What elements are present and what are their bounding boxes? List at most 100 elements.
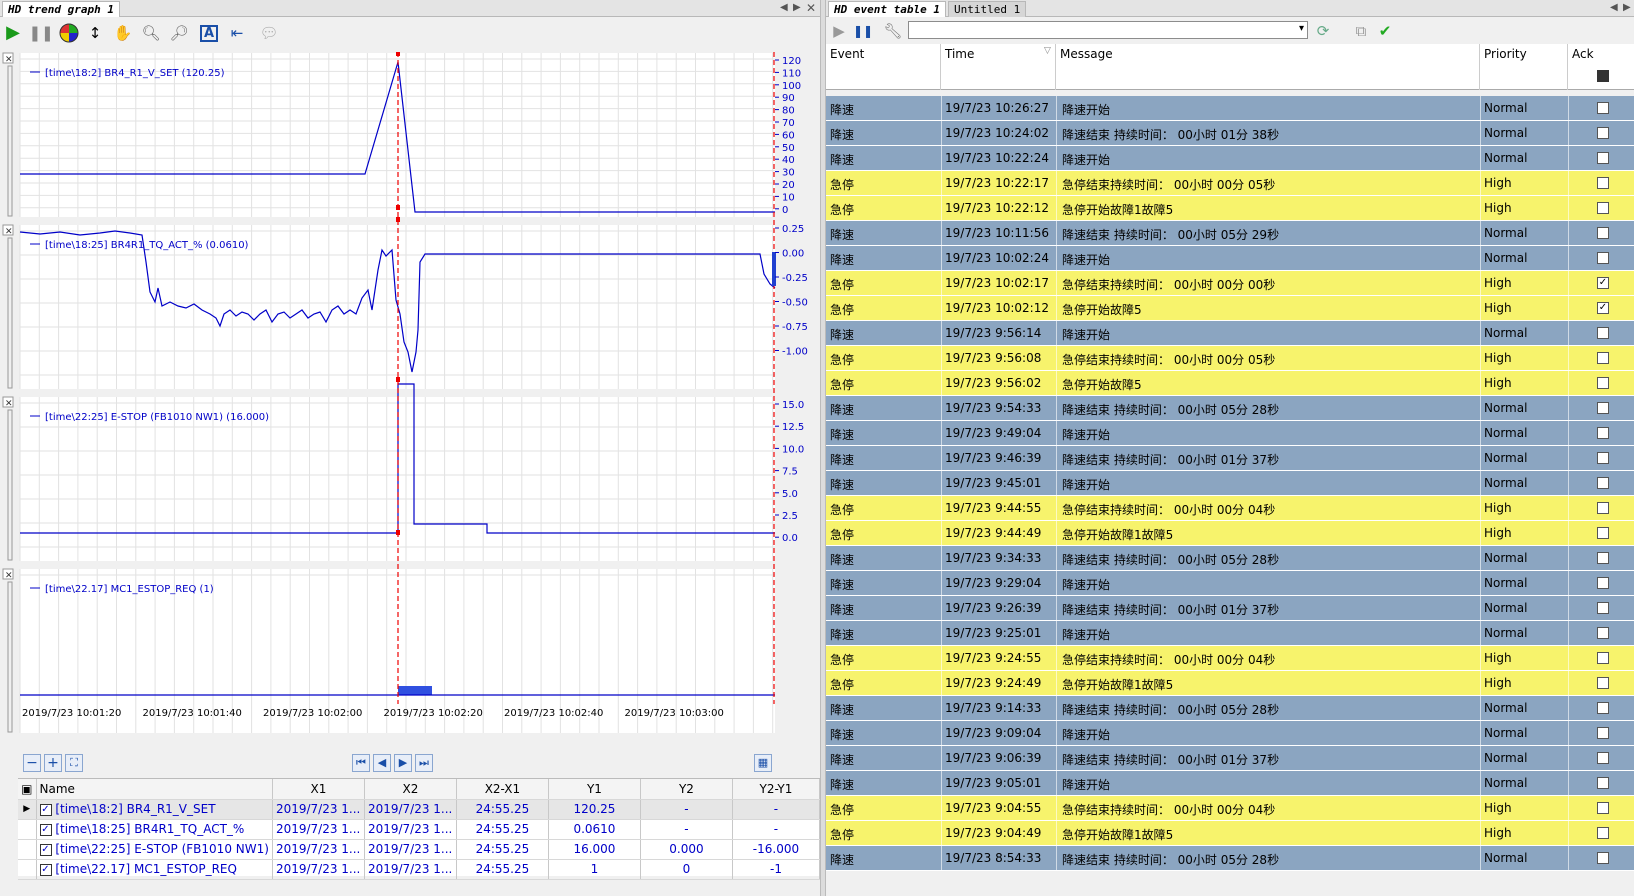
column-x1[interactable]: X1 — [272, 779, 365, 800]
table-row[interactable]: ✓ [time\18:25] BR4R1_TQ_ACT_% 2019/7/23 … — [18, 819, 821, 840]
table-row[interactable]: ▶ ✓ [time\18:2] BR4_R1_V_SET 2019/7/23 1… — [18, 799, 821, 820]
wrench-icon[interactable]: 🔧︎ — [882, 20, 904, 42]
copy-icon[interactable]: ⧉ — [1350, 20, 1372, 42]
event-row[interactable]: 急停 19/7/23 9:56:08 急停结束持续时间： 00小时 00分 05… — [826, 346, 1634, 371]
ack-checkbox[interactable] — [1597, 102, 1609, 114]
event-row[interactable]: 降速 19/7/23 10:02:24 降速开始 Normal — [826, 246, 1634, 271]
event-row[interactable]: 降速 19/7/23 9:06:39 降速结束 持续时间： 00小时 01分 3… — [826, 746, 1634, 771]
event-row[interactable]: 急停 19/7/23 9:24:55 急停结束持续时间： 00小时 00分 04… — [826, 646, 1634, 671]
ack-checkbox[interactable] — [1597, 677, 1609, 689]
chevron-down-icon[interactable]: ▾ — [1299, 23, 1304, 34]
event-row[interactable]: 急停 19/7/23 9:24:49 急停开始故障1故障5 High — [826, 671, 1634, 696]
series-visible-checkbox[interactable]: ✓ — [39, 863, 52, 876]
event-row[interactable]: 降速 19/7/23 10:22:24 降速开始 Normal — [826, 146, 1634, 171]
color-wheel-icon[interactable] — [58, 22, 80, 44]
column-name[interactable]: Name — [36, 779, 273, 800]
table-row[interactable]: ✓ [time\22:25] E-STOP (FB1010 NW1) 2019/… — [18, 839, 821, 860]
event-row[interactable]: 降速 19/7/23 9:29:04 降速开始 Normal — [826, 571, 1634, 596]
ack-checkbox[interactable]: ✓ — [1597, 302, 1609, 314]
tab-scroll-left-icon[interactable]: ◀ — [1610, 1, 1618, 15]
event-row[interactable]: 急停 19/7/23 10:02:12 急停开始故障5 High ✓ — [826, 296, 1634, 321]
text-annotation-icon[interactable]: A — [198, 22, 220, 44]
event-row[interactable]: 降速 19/7/23 10:11:56 降速结束 持续时间： 00小时 05分 … — [826, 221, 1634, 246]
column-event[interactable]: Event — [826, 44, 941, 90]
ack-checkbox[interactable] — [1597, 852, 1609, 864]
ack-checkbox[interactable] — [1597, 352, 1609, 364]
event-row[interactable]: 急停 19/7/23 10:02:17 急停结束持续时间： 00小时 00分 0… — [826, 271, 1634, 296]
ack-checkbox[interactable] — [1597, 477, 1609, 489]
event-row[interactable]: 降速 19/7/23 10:24:02 降速结束 持续时间： 00小时 01分 … — [826, 121, 1634, 146]
event-row[interactable]: 降速 19/7/23 10:26:27 降速开始 Normal — [826, 96, 1634, 121]
align-left-icon[interactable]: ⇤ — [226, 22, 248, 44]
comment-icon[interactable]: 💬︎ — [258, 22, 280, 44]
last-page-icon[interactable]: ⏭ — [415, 754, 433, 772]
event-row[interactable]: 降速 19/7/23 9:26:39 降速结束 持续时间： 00小时 01分 3… — [826, 596, 1634, 621]
tab-event-table[interactable]: HD event table 1 — [828, 1, 946, 17]
ack-checkbox[interactable] — [1597, 652, 1609, 664]
next-icon[interactable]: ▶ — [394, 754, 412, 772]
column-time[interactable]: Time — [941, 44, 1056, 90]
refresh-icon[interactable]: ⟳ — [1312, 20, 1334, 42]
play-icon[interactable]: ▶ — [828, 20, 850, 42]
fit-view-icon[interactable]: ⛶ — [65, 754, 83, 772]
event-row[interactable]: 降速 19/7/23 9:25:01 降速开始 Normal — [826, 621, 1634, 646]
trend-chart-area[interactable]: [time\18:2] BR4_R1_V_SET (120.25) [time\… — [0, 52, 820, 782]
ack-checkbox[interactable] — [1597, 602, 1609, 614]
ack-checkbox[interactable] — [1597, 452, 1609, 464]
remove-pane-button[interactable]: − — [23, 754, 41, 772]
column-message[interactable]: Message — [1056, 44, 1480, 90]
ack-checkbox[interactable] — [1597, 777, 1609, 789]
series-visible-checkbox[interactable]: ✓ — [39, 803, 52, 816]
event-row[interactable]: 降速 19/7/23 9:14:33 降速结束 持续时间： 00小时 05分 2… — [826, 696, 1634, 721]
ack-checkbox[interactable] — [1597, 127, 1609, 139]
ack-checkbox[interactable] — [1597, 252, 1609, 264]
zoom-all-icon[interactable]: 🔎︎ — [168, 22, 190, 44]
tab-trend-graph[interactable]: HD trend graph 1 — [2, 1, 120, 17]
event-row[interactable]: 急停 19/7/23 9:44:55 急停结束持续时间： 00小时 00分 04… — [826, 496, 1634, 521]
ack-checkbox[interactable] — [1597, 377, 1609, 389]
filter-combo[interactable]: ▾ — [908, 21, 1308, 39]
ack-checkbox[interactable] — [1597, 577, 1609, 589]
ack-checkbox[interactable] — [1597, 402, 1609, 414]
ack-checkbox[interactable] — [1597, 227, 1609, 239]
pause-icon[interactable]: ❚❚ — [852, 20, 874, 42]
ack-checkbox[interactable]: ✓ — [1597, 277, 1609, 289]
event-row[interactable]: 急停 19/7/23 9:44:49 急停开始故障1故障5 High — [826, 521, 1634, 546]
event-row[interactable]: 降速 19/7/23 9:45:01 降速开始 Normal — [826, 471, 1634, 496]
event-row[interactable]: 急停 19/7/23 10:22:17 急停结束持续时间： 00小时 00分 0… — [826, 171, 1634, 196]
table-settings-icon[interactable]: ▦ — [754, 754, 772, 772]
play-icon[interactable]: ▶ — [2, 22, 24, 44]
column-y2[interactable]: Y2 — [640, 779, 733, 800]
ack-checkbox[interactable] — [1597, 702, 1609, 714]
first-page-icon[interactable]: ⏮ — [352, 754, 370, 772]
ack-checkbox[interactable] — [1597, 727, 1609, 739]
ack-checkbox[interactable] — [1597, 177, 1609, 189]
event-row[interactable]: 降速 19/7/23 9:49:04 降速开始 Normal — [826, 421, 1634, 446]
ack-checkbox[interactable] — [1597, 627, 1609, 639]
ack-checkbox[interactable] — [1597, 527, 1609, 539]
ack-checkbox[interactable] — [1597, 502, 1609, 514]
event-row[interactable]: 急停 19/7/23 10:22:12 急停开始故障1故障5 High — [826, 196, 1634, 221]
vertical-scale-icon[interactable]: ↕ — [84, 22, 106, 44]
column-x2-x1[interactable]: X2-X1 — [456, 779, 549, 800]
column-priority[interactable]: Priority — [1480, 44, 1568, 90]
tab-scroll-right-icon[interactable]: ▶ — [1623, 1, 1631, 15]
ack-checkbox[interactable] — [1597, 827, 1609, 839]
zoom-icon[interactable]: 🔍︎ — [140, 22, 162, 44]
add-pane-button[interactable]: + — [44, 754, 62, 772]
tab-untitled[interactable]: Untitled 1 — [948, 1, 1027, 17]
table-row[interactable]: ✓ [time\22.17] MC1_ESTOP_REQ 2019/7/23 1… — [18, 859, 821, 880]
ack-checkbox[interactable] — [1597, 752, 1609, 764]
ack-checkbox[interactable] — [1597, 552, 1609, 564]
series-visible-checkbox[interactable]: ✓ — [39, 843, 52, 856]
ack-all-checkbox[interactable] — [1597, 70, 1609, 82]
event-row[interactable]: 降速 19/7/23 9:56:14 降速开始 Normal — [826, 321, 1634, 346]
event-row[interactable]: 急停 19/7/23 9:04:55 急停结束持续时间： 00小时 00分 04… — [826, 796, 1634, 821]
ack-checkbox[interactable] — [1597, 327, 1609, 339]
ack-checkbox[interactable] — [1597, 802, 1609, 814]
previous-icon[interactable]: ◀ — [373, 754, 391, 772]
event-row[interactable]: 急停 19/7/23 9:04:49 急停开始故障1故障5 High — [826, 821, 1634, 846]
pause-icon[interactable]: ❚❚ — [28, 22, 53, 44]
column-x2[interactable]: X2 — [364, 779, 457, 800]
event-row[interactable]: 降速 19/7/23 9:34:33 降速结束 持续时间： 00小时 05分 2… — [826, 546, 1634, 571]
